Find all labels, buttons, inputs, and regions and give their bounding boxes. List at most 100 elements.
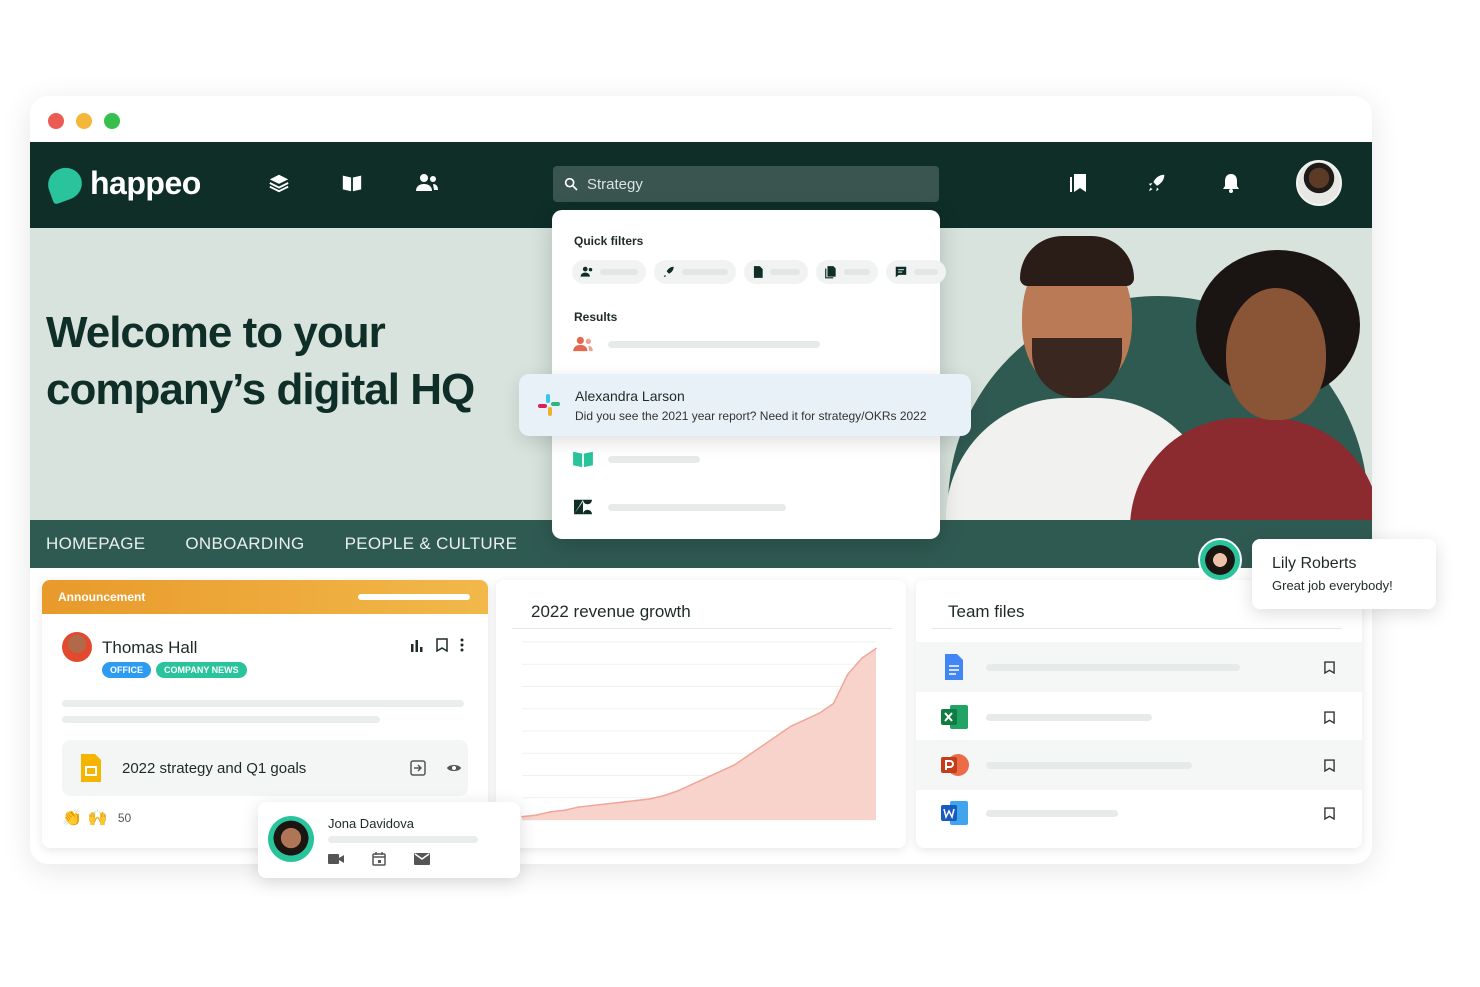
hero-title-line1: Welcome to your bbox=[46, 308, 386, 357]
analytics-icon[interactable] bbox=[410, 638, 424, 652]
chat-popup: Lily Roberts Great job everybody! bbox=[1252, 539, 1436, 609]
logo-text: happeo bbox=[90, 165, 201, 201]
attached-document[interactable]: 2022 strategy and Q1 goals bbox=[62, 740, 468, 796]
revenue-point-3 bbox=[563, 809, 566, 812]
revenue-point-5 bbox=[592, 804, 594, 807]
revenue-point-0 bbox=[521, 815, 523, 818]
search-bar[interactable] bbox=[553, 166, 939, 202]
revenue-point-7 bbox=[620, 801, 622, 803]
file-name-placeholder bbox=[986, 713, 1152, 721]
revenue-point-9 bbox=[648, 798, 651, 800]
more-icon[interactable] bbox=[460, 638, 464, 652]
file-name-placeholder bbox=[986, 809, 1118, 817]
revenue-point-22 bbox=[832, 702, 835, 705]
text-placeholder bbox=[62, 716, 380, 723]
search-icon bbox=[564, 177, 578, 191]
bookmark-icon[interactable] bbox=[436, 638, 448, 652]
zendesk-icon bbox=[574, 499, 592, 515]
clap-emoji-icon: 👏 bbox=[62, 810, 82, 827]
people-icon bbox=[573, 336, 593, 352]
reactions[interactable]: 👏 🙌 50 bbox=[62, 808, 131, 828]
close-dot[interactable] bbox=[48, 113, 64, 129]
revenue-point-25 bbox=[875, 647, 877, 650]
bell-icon[interactable] bbox=[1218, 170, 1244, 196]
subnav-homepage[interactable]: HOMEPAGE bbox=[46, 534, 145, 554]
user-avatar[interactable] bbox=[1296, 160, 1342, 206]
revenue-point-10 bbox=[662, 794, 665, 797]
hero-title: Welcome to your company’s digital HQ bbox=[46, 304, 475, 418]
filter-chip-posts[interactable] bbox=[886, 260, 946, 284]
tag-office[interactable]: OFFICE bbox=[102, 662, 151, 678]
contact-name[interactable]: Jona Davidova bbox=[328, 816, 414, 831]
author-name[interactable]: Thomas Hall bbox=[102, 638, 197, 658]
revenue-point-1 bbox=[535, 814, 537, 816]
slack-icon bbox=[538, 394, 560, 416]
rocket-icon[interactable] bbox=[1144, 170, 1170, 196]
chat-avatar[interactable] bbox=[1198, 538, 1242, 582]
result-highlight-message[interactable]: Alexandra Larson Did you see the 2021 ye… bbox=[519, 374, 971, 436]
layers-icon[interactable] bbox=[266, 170, 292, 196]
revenue-point-8 bbox=[634, 799, 637, 802]
result-row-page[interactable] bbox=[572, 450, 700, 468]
tag-list: OFFICE COMPANY NEWS bbox=[102, 662, 247, 678]
revenue-point-16 bbox=[747, 754, 750, 757]
announcement-header: Announcement bbox=[42, 580, 488, 614]
results-label: Results bbox=[574, 310, 618, 324]
maximize-dot[interactable] bbox=[104, 113, 120, 129]
book-icon[interactable] bbox=[339, 170, 365, 196]
page-icon bbox=[753, 266, 763, 278]
file-row-docs[interactable] bbox=[916, 642, 1362, 692]
subnav-onboarding[interactable]: ONBOARDING bbox=[185, 534, 304, 554]
text-placeholder bbox=[328, 836, 478, 843]
video-call-icon[interactable] bbox=[328, 853, 344, 865]
google-slides-icon bbox=[81, 754, 101, 782]
excel-icon bbox=[941, 705, 968, 729]
file-name-placeholder bbox=[986, 761, 1192, 769]
happeo-logo[interactable]: happeo bbox=[43, 162, 201, 205]
open-icon[interactable] bbox=[410, 760, 426, 776]
bookmark-icon[interactable] bbox=[1324, 710, 1335, 724]
eye-icon[interactable] bbox=[446, 762, 462, 774]
people-icon bbox=[580, 266, 593, 277]
result-row-zendesk[interactable] bbox=[572, 498, 786, 516]
revenue-point-12 bbox=[691, 783, 693, 786]
bookmark-icon[interactable] bbox=[1324, 806, 1335, 820]
bookmark-icon[interactable] bbox=[1324, 660, 1335, 674]
file-row-word[interactable] bbox=[916, 788, 1362, 838]
quick-filters-label: Quick filters bbox=[574, 234, 644, 248]
revenue-chart bbox=[521, 641, 877, 821]
filter-chip-pages[interactable] bbox=[744, 260, 808, 284]
result-row-people[interactable] bbox=[572, 336, 820, 352]
window-controls bbox=[48, 113, 120, 129]
quick-filter-chips bbox=[572, 260, 946, 284]
reaction-count: 50 bbox=[117, 811, 132, 825]
author-avatar[interactable] bbox=[62, 632, 92, 662]
rocket-icon bbox=[663, 266, 674, 278]
subnav-people-culture[interactable]: PEOPLE & CULTURE bbox=[345, 534, 518, 554]
file-row-powerpoint[interactable] bbox=[916, 740, 1362, 790]
revenue-point-24 bbox=[861, 657, 863, 659]
calendar-icon[interactable] bbox=[372, 852, 386, 866]
chat-message: Great job everybody! bbox=[1272, 578, 1393, 593]
filter-chip-channels[interactable] bbox=[654, 260, 736, 284]
tag-company-news[interactable]: COMPANY NEWS bbox=[156, 662, 247, 678]
people-icon[interactable] bbox=[414, 170, 440, 196]
mail-icon[interactable] bbox=[414, 853, 430, 865]
search-input[interactable] bbox=[587, 175, 907, 193]
book-icon bbox=[573, 451, 593, 468]
card-divider bbox=[932, 628, 1342, 629]
chat-sender-name: Lily Roberts bbox=[1272, 555, 1357, 572]
text-placeholder bbox=[62, 700, 464, 707]
minimize-dot[interactable] bbox=[76, 113, 92, 129]
revenue-title: 2022 revenue growth bbox=[531, 602, 691, 621]
filter-chip-people[interactable] bbox=[572, 260, 646, 284]
revenue-card: 2022 revenue growth bbox=[496, 580, 906, 848]
filter-chip-files[interactable] bbox=[816, 260, 878, 284]
bookmark-icon[interactable] bbox=[1324, 758, 1335, 772]
file-row-excel[interactable] bbox=[916, 692, 1362, 742]
bookmarks-icon[interactable] bbox=[1066, 170, 1092, 196]
contact-avatar[interactable] bbox=[268, 816, 314, 862]
files-icon bbox=[825, 266, 836, 279]
hero-photo-woman-face bbox=[1226, 288, 1326, 420]
revenue-point-11 bbox=[676, 790, 679, 792]
